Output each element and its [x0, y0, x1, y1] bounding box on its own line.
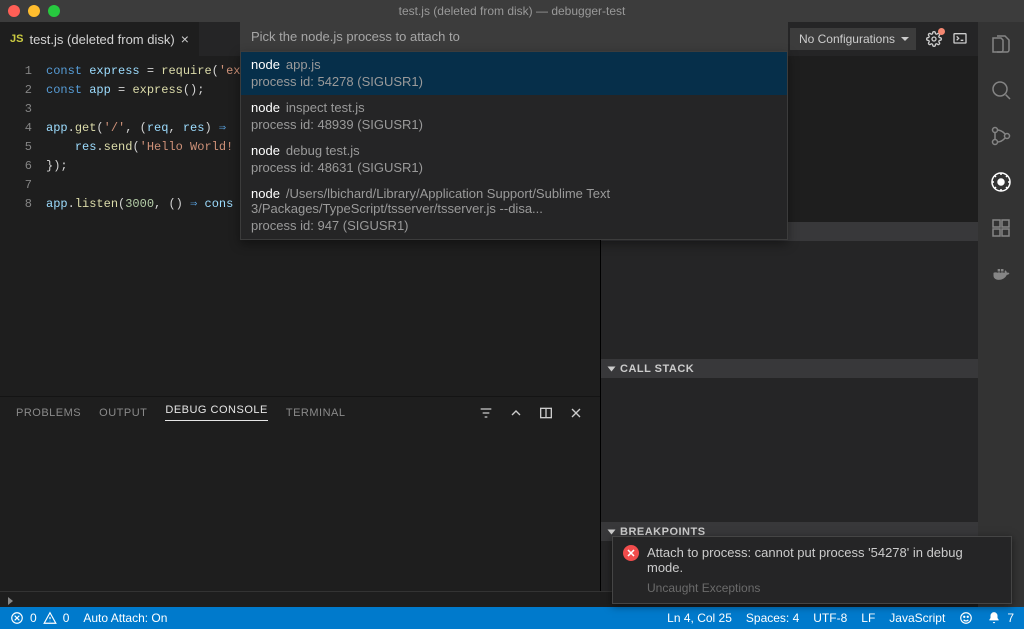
error-notification[interactable]: ✕ Attach to process: cannot put process …: [612, 536, 1012, 604]
callstack-section-header[interactable]: CALL STACK: [601, 359, 978, 378]
picker-item[interactable]: node app.js process id: 54278 (SIGUSR1): [241, 52, 787, 95]
process-picker-dropdown: node app.js process id: 54278 (SIGUSR1) n…: [240, 51, 788, 240]
picker-sub: process id: 54278 (SIGUSR1): [251, 74, 777, 89]
chevron-down-icon: [608, 529, 616, 534]
panel-tabs: PROBLEMS OUTPUT DEBUG CONSOLE TERMINAL: [0, 396, 600, 428]
tab-terminal[interactable]: TERMINAL: [286, 407, 346, 419]
debug-console-icon[interactable]: [952, 31, 968, 47]
picker-cmd: node: [251, 143, 280, 158]
window-title: test.js (deleted from disk) — debugger-t…: [0, 4, 1024, 18]
picker-args: inspect test.js: [286, 100, 365, 115]
callstack-section[interactable]: [601, 378, 978, 522]
debug-toolbar: No Configurations: [790, 22, 978, 56]
picker-cmd: node: [251, 186, 280, 201]
callstack-label: CALL STACK: [620, 363, 694, 375]
line-number-gutter: 12345678: [0, 62, 46, 396]
picker-args: debug test.js: [286, 143, 360, 158]
status-indentation[interactable]: Spaces: 4: [746, 611, 799, 625]
search-icon[interactable]: [989, 78, 1013, 102]
picker-item[interactable]: node inspect test.js process id: 48939 (S…: [241, 95, 787, 138]
js-file-icon: JS: [10, 33, 23, 45]
notification-count: 7: [1007, 611, 1014, 625]
notification-subtext: Uncaught Exceptions: [647, 581, 1001, 595]
activity-bar: [978, 22, 1024, 610]
process-picker-placeholder: Pick the node.js process to attach to: [251, 29, 460, 44]
status-notifications[interactable]: 7: [987, 611, 1014, 625]
debug-icon[interactable]: [989, 170, 1013, 194]
picker-args: /Users/lbichard/Library/Application Supp…: [251, 186, 610, 216]
notification-message: Attach to process: cannot put process '5…: [647, 545, 1001, 575]
picker-sub: process id: 48631 (SIGUSR1): [251, 160, 777, 175]
error-icon: ✕: [623, 545, 639, 561]
status-feedback[interactable]: [959, 611, 973, 625]
chevron-right-icon: [8, 597, 13, 605]
source-control-icon[interactable]: [989, 124, 1013, 148]
status-bar: 0 0 Auto Attach: On Ln 4, Col 25 Spaces:…: [0, 607, 1024, 629]
chevron-up-icon[interactable]: [508, 405, 524, 421]
picker-sub: process id: 48939 (SIGUSR1): [251, 117, 777, 132]
debug-config-select[interactable]: No Configurations: [790, 28, 916, 50]
status-auto-attach[interactable]: Auto Attach: On: [83, 611, 167, 625]
picker-item[interactable]: node debug test.js process id: 48631 (SIG…: [241, 138, 787, 181]
tab-problems[interactable]: PROBLEMS: [16, 407, 81, 419]
picker-sub: process id: 947 (SIGUSR1): [251, 218, 777, 233]
window-titlebar: test.js (deleted from disk) — debugger-t…: [0, 0, 1024, 22]
watch-section[interactable]: [601, 241, 978, 359]
explorer-icon[interactable]: [989, 32, 1013, 56]
picker-args: app.js: [286, 57, 321, 72]
close-panel-icon[interactable]: [568, 405, 584, 421]
tab-test-js[interactable]: JS test.js (deleted from disk) ×: [0, 22, 200, 56]
error-count: 0: [30, 611, 37, 625]
docker-icon[interactable]: [989, 262, 1013, 286]
status-eol[interactable]: LF: [861, 611, 875, 625]
close-tab-icon[interactable]: ×: [181, 31, 189, 47]
picker-item[interactable]: node/Users/lbichard/Library/Application …: [241, 181, 787, 239]
status-language[interactable]: JavaScript: [889, 611, 945, 625]
process-picker-input[interactable]: Pick the node.js process to attach to: [240, 22, 788, 51]
picker-cmd: node: [251, 100, 280, 115]
extensions-icon[interactable]: [989, 216, 1013, 240]
debug-config-label: No Configurations: [799, 32, 895, 46]
tab-output[interactable]: OUTPUT: [99, 407, 147, 419]
status-cursor-position[interactable]: Ln 4, Col 25: [667, 611, 732, 625]
status-errors[interactable]: 0 0: [10, 611, 69, 625]
gear-icon[interactable]: [926, 31, 942, 47]
panel-maximize-icon[interactable]: [538, 405, 554, 421]
tab-debug-console[interactable]: DEBUG CONSOLE: [165, 404, 267, 421]
filter-icon[interactable]: [478, 405, 494, 421]
status-encoding[interactable]: UTF-8: [813, 611, 847, 625]
chevron-down-icon: [608, 366, 616, 371]
debug-console-body[interactable]: [0, 428, 600, 591]
warning-count: 0: [63, 611, 70, 625]
tab-label: test.js (deleted from disk): [29, 32, 174, 47]
picker-cmd: node: [251, 57, 280, 72]
